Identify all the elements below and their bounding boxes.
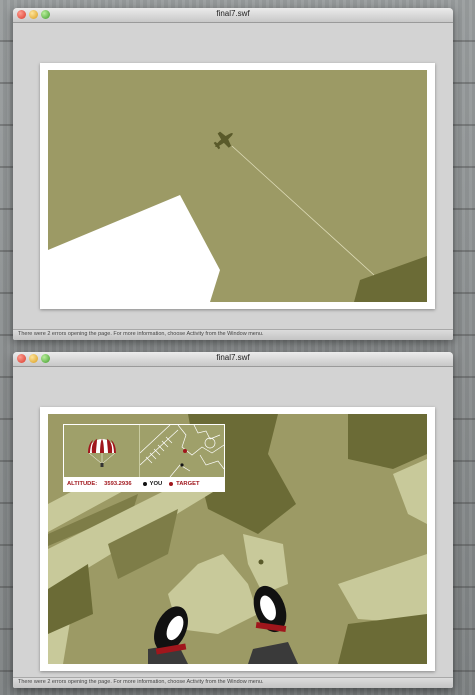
status-message: There were 2 errors opening the page. Fo… [18,679,264,685]
hud-panel: ALTITUDE: 3593.2936 YOU TARGET [63,424,225,492]
sky-scene [48,70,427,302]
minimap-you-dot [180,463,184,467]
balloon-icon [88,439,116,467]
hud-minimap [140,425,224,477]
flash-player-window-1[interactable]: final7.swf There were 2 errors opening t… [13,8,453,340]
minimap-target-dot [183,449,187,453]
you-legend-label: YOU [149,481,163,487]
hud-status-bar: ALTITUDE: 3593.2936 YOU TARGET [64,477,224,491]
flash-stage-frame: ALTITUDE: 3593.2936 YOU TARGET [40,407,435,671]
window-content [13,23,453,330]
window-titlebar[interactable]: final7.swf [13,352,453,367]
status-message: There were 2 errors opening the page. Fo… [18,331,264,337]
flash-stage-frame [40,63,435,309]
altitude-value: 3593.2936 [104,481,132,487]
hud-parachute-pane [64,425,139,477]
minimap-drawing [140,425,224,477]
flash-stage-sky-view[interactable] [48,70,427,302]
target-legend-label: TARGET [176,481,200,487]
you-legend-icon [142,482,147,486]
status-bar: There were 2 errors opening the page. Fo… [13,677,453,688]
altitude-label: ALTITUDE: [67,481,98,487]
window-title: final7.swf [216,9,250,18]
flash-player-window-2[interactable]: final7.swf ALTITUDE: 3593.2936 YOU TARGE… [13,352,453,688]
window-content: ALTITUDE: 3593.2936 YOU TARGET [13,367,453,678]
flash-stage-freefall-view[interactable]: ALTITUDE: 3593.2936 YOU TARGET [48,414,427,664]
window-titlebar[interactable]: final7.swf [13,8,453,23]
landing-marker [258,559,264,565]
window-title: final7.swf [216,353,250,362]
status-bar: There were 2 errors opening the page. Fo… [13,329,453,340]
target-legend-icon [169,482,174,486]
